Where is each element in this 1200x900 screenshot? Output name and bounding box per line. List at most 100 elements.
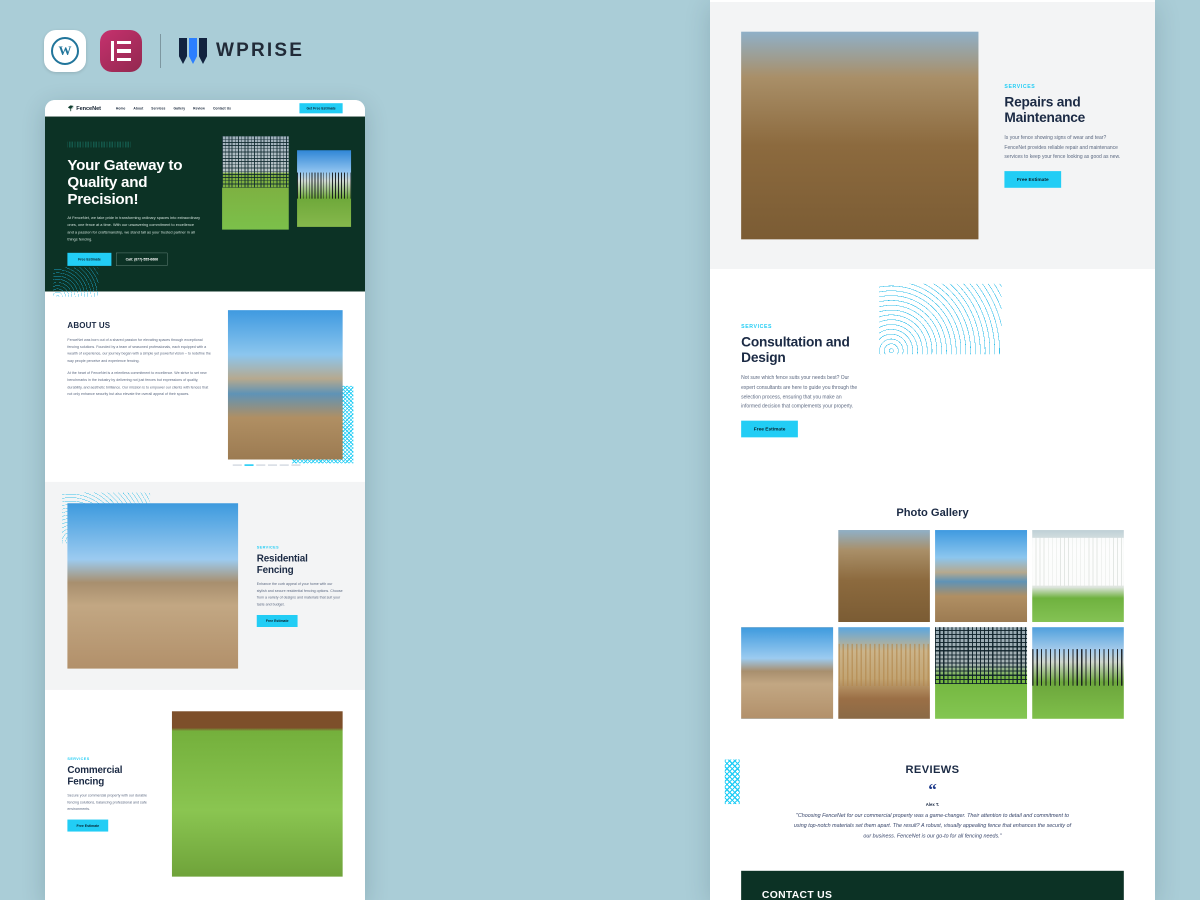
site-top-view: FenceNet Home About Services Gallery Rev…	[45, 100, 365, 898]
service-image-repairs	[741, 31, 979, 240]
slider-dot-3[interactable]	[256, 464, 266, 466]
nav-link-contact-us[interactable]: Contact Us	[213, 106, 231, 110]
hero-images	[219, 134, 353, 266]
about-copy: ABOUT US FenceNet was born out of a shar…	[67, 310, 212, 466]
nav-link-gallery[interactable]: Gallery	[173, 106, 185, 110]
brand-name: FenceNet	[76, 105, 101, 112]
service-section-commercial: SERVICES Commercial Fencing Secure your …	[45, 690, 365, 898]
gallery-grid	[741, 530, 1124, 719]
service-image-wrap	[62, 492, 239, 669]
site-header: FenceNet Home About Services Gallery Rev…	[45, 100, 365, 117]
hero-image-black-fence	[295, 148, 353, 229]
hero-free-estimate-button[interactable]: Free Estimate	[67, 252, 112, 266]
service-title: Consultation and Design	[741, 334, 850, 366]
contact-form: CONTACT US Request Free Consultation	[762, 889, 970, 900]
gallery-item-backyard-wood-fence[interactable]	[741, 627, 833, 719]
service-copy-consultation: SERVICES Consultation and Design Not sur…	[741, 323, 860, 438]
contact-section: CONTACT US Request Free Consultation	[741, 870, 1124, 900]
service-image-wrap	[741, 31, 979, 240]
gallery-item-worker-installing-fence[interactable]	[838, 530, 930, 622]
service-copy-repairs: SERVICES Repairs and Maintenance Is your…	[1004, 83, 1123, 188]
nav-link-services[interactable]: Services	[151, 106, 165, 110]
crosshatch-decoration	[724, 759, 740, 805]
slider-dot-6[interactable]	[291, 464, 301, 466]
slider-dot-2-active[interactable]	[244, 464, 254, 466]
about-slider-dots[interactable]	[232, 464, 343, 466]
elementor-icon	[100, 30, 142, 72]
service-image-wrap	[879, 283, 1124, 462]
service-section-consultation: SERVICES Consultation and Design Not sur…	[710, 269, 1155, 491]
service-body: Enhance the curb appeal of your home wit…	[256, 581, 343, 607]
service-body: Not sure which fence suits your needs be…	[741, 374, 858, 409]
nav-link-review[interactable]: Review	[193, 106, 205, 110]
review-author: Alex T.	[925, 802, 940, 807]
about-paragraph-1: FenceNet was born out of a shared passio…	[67, 337, 211, 363]
slider-dot-1[interactable]	[232, 464, 242, 466]
service-section-repairs: SERVICES Repairs and Maintenance Is your…	[710, 2, 1155, 270]
swirl-decoration	[53, 267, 99, 297]
service-free-estimate-button[interactable]: Free Estimate	[67, 819, 109, 832]
gallery-item-white-vinyl-fence[interactable]	[1032, 530, 1124, 622]
hero-section: Your Gateway to Quality and Precision! A…	[45, 116, 365, 297]
reviews-title: REVIEWS	[905, 763, 960, 776]
nav-link-home[interactable]: Home	[116, 106, 125, 110]
brand-logo-bar: WPRISE	[44, 30, 304, 72]
hero-image-lattice-fence	[222, 136, 289, 230]
service-free-estimate-button[interactable]: Free Estimate	[741, 420, 798, 438]
service-copy-commercial: SERVICES Commercial Fencing Secure your …	[67, 756, 153, 832]
service-image-residential	[67, 503, 239, 669]
service-title: Commercial Fencing	[67, 764, 123, 787]
get-free-estimate-button[interactable]: Get Free Estimate	[299, 103, 343, 114]
hero-call-button[interactable]: Call: (877)-555-6666	[116, 252, 168, 266]
hero-eyebrow-decoration	[67, 141, 132, 148]
service-eyebrow: SERVICES	[256, 544, 279, 550]
wprise-logo: WPRISE	[179, 38, 304, 64]
gallery-item-wood-fence-lawn[interactable]	[741, 530, 833, 622]
service-image-commercial	[171, 711, 343, 877]
about-media	[227, 310, 354, 466]
service-free-estimate-button[interactable]: Free Estimate	[256, 614, 298, 627]
review-quote: "Choosing FenceNet for our commercial pr…	[793, 812, 1072, 839]
service-copy-residential: SERVICES Residential Fencing Enhance the…	[256, 544, 343, 627]
hero-buttons: Free Estimate Call: (877)-555-6666	[67, 252, 211, 266]
site-bottom-view: Secure your commercial property with our…	[710, 0, 1155, 900]
wprise-wordmark: WPRISE	[216, 40, 305, 61]
service-image-wrap	[171, 711, 343, 877]
gallery-item-black-iron-fence[interactable]	[1032, 627, 1124, 719]
about-title: ABOUT US	[67, 320, 111, 330]
brand-divider	[160, 34, 161, 68]
service-eyebrow: SERVICES	[67, 756, 90, 761]
wordpress-icon	[44, 30, 86, 72]
gallery-item-waterfront-fence[interactable]	[935, 530, 1027, 622]
wprise-mark-icon	[179, 38, 207, 64]
slider-dot-5[interactable]	[279, 464, 289, 466]
hero-body: At FenceNet, we take pride in transformi…	[67, 215, 201, 242]
primary-nav: Home About Services Gallery Review Conta…	[116, 106, 231, 110]
site-brand[interactable]: FenceNet	[67, 105, 101, 112]
service-title: Residential Fencing	[256, 552, 308, 575]
service-eyebrow: SERVICES	[1004, 83, 1036, 90]
mockup-panel-right: Secure your commercial property with our…	[710, 0, 1155, 900]
about-paragraph-2: At the heart of FenceNet is a relentless…	[67, 370, 209, 397]
service-body: Secure your commercial property with our…	[67, 793, 148, 812]
contact-title: CONTACT US	[761, 888, 833, 900]
fence-tree-icon	[67, 105, 74, 112]
nav-link-about[interactable]: About	[133, 106, 143, 110]
service-title: Repairs and Maintenance	[1004, 94, 1086, 126]
contact-info: Turbo Fencing BUILT FOR STRENGTH Contact…	[990, 889, 1103, 900]
slider-dot-4[interactable]	[267, 464, 278, 466]
mockup-panel-left: FenceNet Home About Services Gallery Rev…	[45, 100, 365, 900]
hero-copy: Your Gateway to Quality and Precision! A…	[67, 134, 211, 266]
about-image-lake-deck	[227, 310, 343, 460]
quote-mark-icon: “	[928, 779, 937, 799]
hero-title: Your Gateway to Quality and Precision!	[67, 156, 183, 208]
gallery-title: Photo Gallery	[896, 506, 969, 519]
gallery-item-lattice-metal-fence[interactable]	[935, 627, 1027, 719]
gallery-item-wood-gate-arbor[interactable]	[838, 627, 930, 719]
service-image-consultation	[887, 299, 1124, 462]
photo-gallery-section: Photo Gallery	[710, 491, 1155, 744]
service-free-estimate-button[interactable]: Free Estimate	[1004, 171, 1062, 188]
about-section: ABOUT US FenceNet was born out of a shar…	[45, 291, 365, 482]
service-eyebrow: SERVICES	[741, 323, 773, 330]
service-section-residential: SERVICES Residential Fencing Enhance the…	[45, 481, 365, 690]
